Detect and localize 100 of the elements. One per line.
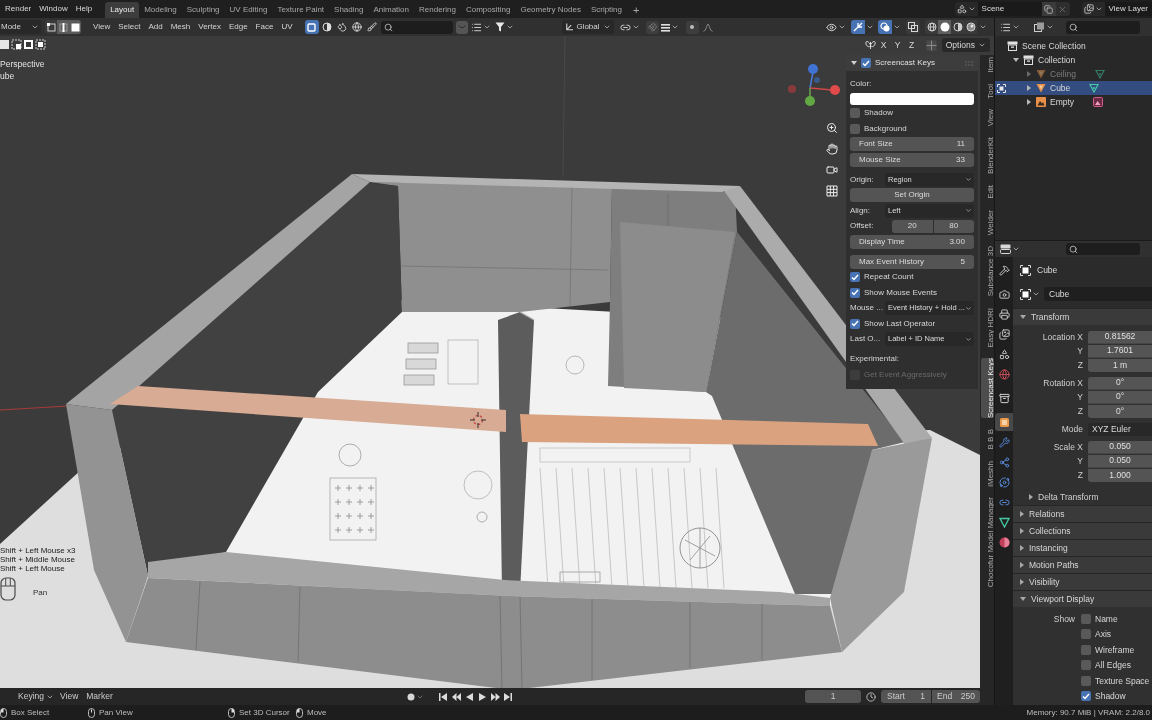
menu-item[interactable]: Marker bbox=[82, 690, 117, 703]
checkbox[interactable] bbox=[850, 123, 860, 134]
view-layer-selector-button[interactable] bbox=[1081, 2, 1105, 16]
triangle-right-icon[interactable] bbox=[1020, 562, 1024, 568]
number-field[interactable]: 1 m bbox=[1088, 358, 1152, 372]
sidebar-tab[interactable]: iMeshh bbox=[980, 460, 994, 487]
shading-mode-button[interactable] bbox=[951, 20, 964, 34]
search-field[interactable] bbox=[1066, 243, 1140, 255]
edit-mode-icon[interactable] bbox=[996, 83, 1006, 93]
triangle-down-icon[interactable] bbox=[851, 61, 857, 65]
number-field[interactable]: 0.050 bbox=[1088, 454, 1152, 468]
checkbox[interactable] bbox=[850, 108, 860, 118]
next-keyframe-button[interactable] bbox=[489, 690, 501, 703]
menu-item[interactable]: Vertex bbox=[194, 20, 225, 34]
jump-start-button[interactable] bbox=[437, 690, 449, 703]
object-type-dropdown[interactable] bbox=[1020, 287, 1040, 301]
checkbox[interactable] bbox=[1081, 660, 1091, 671]
panel-header[interactable]: Motion Paths bbox=[1013, 556, 1152, 573]
number-field[interactable]: Max Event History 5 bbox=[850, 254, 974, 269]
triangle-right-icon[interactable] bbox=[1029, 494, 1033, 500]
start-frame-field[interactable]: Start 1 bbox=[881, 690, 931, 703]
workspace-tab[interactable]: Shading bbox=[329, 2, 369, 18]
editor-type-dropdown[interactable] bbox=[1000, 242, 1020, 256]
number-field[interactable]: 80 bbox=[933, 219, 974, 233]
checkbox[interactable] bbox=[861, 58, 871, 68]
subpanel-header[interactable]: Delta Transform bbox=[1013, 489, 1152, 505]
view-layer-name-field[interactable]: View Layer bbox=[1104, 2, 1152, 16]
shading-mode-button[interactable] bbox=[938, 20, 951, 34]
action-button[interactable]: Set Origin bbox=[850, 188, 974, 202]
checkbox-label[interactable]: Texture Space bbox=[1095, 676, 1150, 685]
sidebar-tab[interactable]: B B B bbox=[980, 429, 994, 450]
scene-selector-button[interactable] bbox=[954, 2, 978, 16]
menu-item[interactable]: UV bbox=[277, 20, 297, 34]
checkbox-label[interactable]: Show Last Operator bbox=[864, 319, 936, 328]
workspace-tab[interactable]: Modeling bbox=[139, 2, 182, 18]
current-frame-field[interactable]: 1 bbox=[805, 690, 861, 703]
outliner-item[interactable]: Ceiling bbox=[995, 67, 1152, 81]
menu-item[interactable]: Help bbox=[71, 1, 97, 17]
number-field[interactable]: Display Time 3.00 bbox=[850, 234, 974, 249]
outliner-item[interactable]: Scene Collection bbox=[995, 39, 1152, 53]
number-field[interactable]: 0.050 bbox=[1088, 440, 1152, 454]
workspace-tab[interactable]: Texture Paint bbox=[272, 2, 330, 18]
sidebar-tab[interactable]: Substance 3D bbox=[980, 246, 994, 297]
checkbox-label[interactable]: Shadow bbox=[864, 109, 893, 117]
workspace-tab[interactable]: Scripting bbox=[585, 2, 627, 18]
select-mode-button[interactable] bbox=[57, 20, 69, 34]
mode-dropdown[interactable]: Mode bbox=[0, 20, 41, 34]
panel-header[interactable]: Viewport Display bbox=[1013, 590, 1152, 607]
menu-item[interactable]: Window bbox=[35, 1, 72, 17]
triangle-right-icon[interactable] bbox=[1026, 99, 1031, 105]
checkbox[interactable] bbox=[850, 272, 860, 282]
triangle-right-icon[interactable] bbox=[1020, 528, 1024, 534]
workspace-tab[interactable]: UV Editing bbox=[224, 2, 273, 18]
grid-square-icon[interactable] bbox=[925, 39, 937, 51]
color-field[interactable] bbox=[850, 92, 974, 105]
number-field[interactable]: 1.7601 bbox=[1088, 344, 1152, 358]
menu-item[interactable]: View bbox=[89, 20, 115, 34]
panel-header[interactable]: Relations bbox=[1013, 505, 1152, 522]
triangle-right-icon[interactable] bbox=[1020, 579, 1024, 585]
number-field[interactable]: 20 bbox=[892, 219, 933, 233]
triangle-down-icon[interactable] bbox=[1020, 315, 1026, 319]
overlay-toggle-button[interactable] bbox=[878, 20, 892, 34]
scene-name-field[interactable]: Scene bbox=[977, 2, 1042, 16]
panel-header[interactable]: Transform bbox=[1013, 308, 1152, 325]
hand-icon[interactable] bbox=[826, 143, 838, 155]
dropdown[interactable]: XYZ Euler bbox=[1088, 422, 1152, 436]
filled-square-icon[interactable] bbox=[0, 39, 10, 50]
workspace-tab[interactable]: Sculpting bbox=[181, 2, 225, 18]
checkbox[interactable] bbox=[1081, 613, 1091, 624]
outliner-item[interactable]: Collection bbox=[995, 53, 1152, 67]
sidebar-tab[interactable]: Edit bbox=[980, 185, 994, 200]
xray-toggle-button[interactable] bbox=[906, 20, 920, 34]
filter-dropdown[interactable] bbox=[1034, 20, 1054, 34]
workspace-tab[interactable]: Layout bbox=[105, 2, 140, 18]
checkbox-label[interactable]: Axis bbox=[1095, 630, 1112, 639]
search-field[interactable] bbox=[380, 20, 453, 34]
zoom-icon[interactable] bbox=[826, 122, 838, 134]
number-field[interactable]: Mouse Size 33 bbox=[850, 152, 974, 167]
outliner-item[interactable]: Empty bbox=[995, 95, 1152, 109]
name-field[interactable]: Cube bbox=[1044, 287, 1152, 301]
triangle-right-icon[interactable] bbox=[1020, 545, 1024, 551]
menu-item[interactable]: View bbox=[56, 690, 83, 703]
gizmo-toggle-button[interactable] bbox=[851, 20, 865, 34]
workspace-tab[interactable]: Compositing bbox=[460, 2, 516, 18]
options-dropdown[interactable]: Options bbox=[941, 38, 990, 52]
number-field[interactable]: Font Size 11 bbox=[850, 137, 974, 151]
menu-item[interactable]: Select bbox=[114, 20, 145, 34]
play-button[interactable] bbox=[476, 690, 488, 703]
toggle-button[interactable] bbox=[364, 20, 379, 34]
number-field[interactable]: 0° bbox=[1088, 404, 1152, 418]
workspace-tab[interactable]: Geometry Nodes bbox=[515, 2, 586, 18]
checkbox[interactable] bbox=[1081, 644, 1091, 655]
toggle-button[interactable] bbox=[319, 20, 334, 34]
snap-toggle-button[interactable] bbox=[645, 20, 659, 34]
jump-end-button[interactable] bbox=[502, 690, 514, 703]
panel-header[interactable]: Instancing bbox=[1013, 539, 1152, 556]
checkbox[interactable] bbox=[850, 287, 860, 298]
panel-header[interactable]: Collections bbox=[1013, 522, 1152, 539]
shading-mode-button[interactable] bbox=[925, 20, 938, 34]
checkbox[interactable] bbox=[1081, 675, 1091, 686]
